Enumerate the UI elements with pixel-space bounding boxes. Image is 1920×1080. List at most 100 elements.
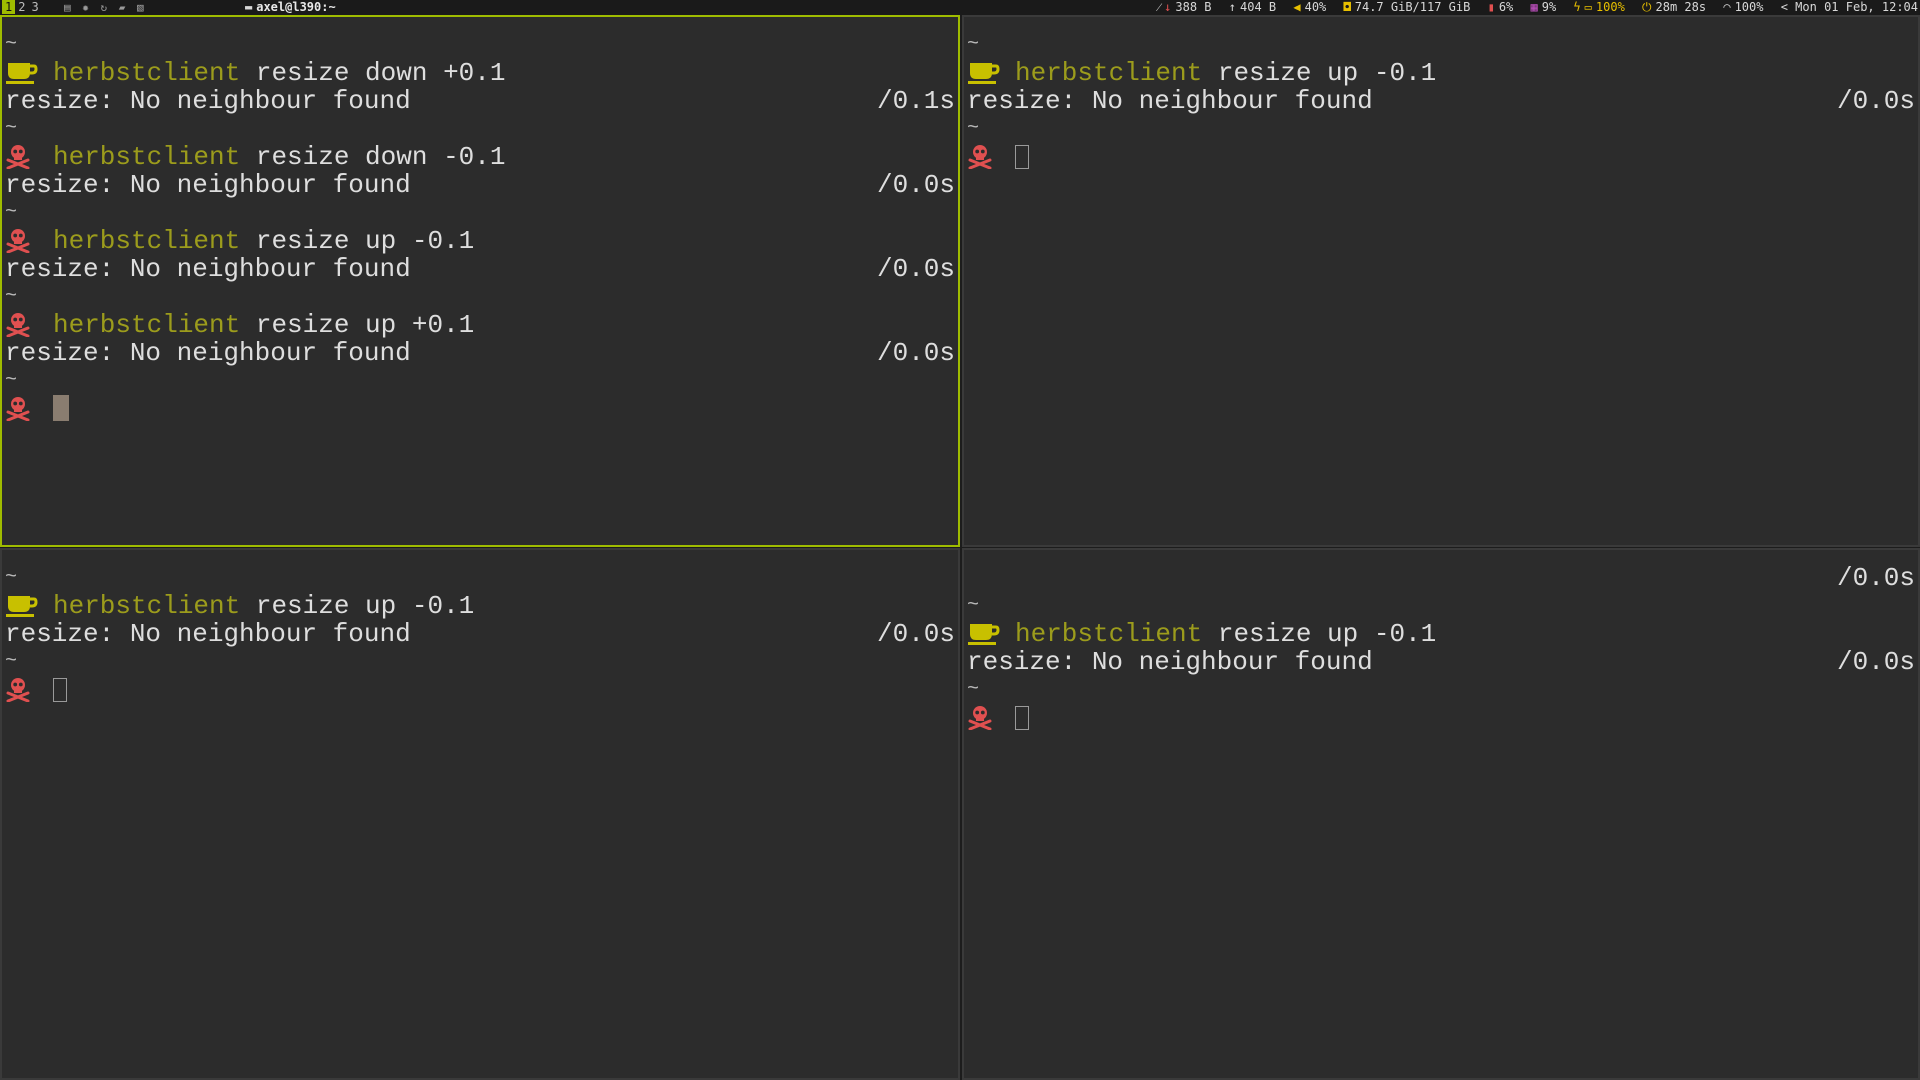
cursor [53,395,69,421]
download-rate: 388 B [1175,0,1212,14]
status-bar: 123 ▤ ✹ ↻ ▰ ▧ ▬ axel@l390:~ ⁄ ↓ 388 B ↑ 404 … [0,0,1920,15]
elapsed-time: /0.0s [876,254,955,284]
prompt-line: herbstclient resize down +0.1 [5,59,955,87]
prompt-line: herbstclient resize up -0.1 [5,592,955,620]
workspace-tags: 123 [2,0,42,15]
upload-rate: 404 B [1240,0,1277,14]
prompt-line [5,676,955,704]
output-line: resize: No neighbour found/0.0s [967,648,1915,676]
cwd-tilde: ~ [967,678,980,701]
disk-icon: ◘ [1343,0,1351,14]
skull-icon [967,704,1015,732]
terminal-pane-bottom-left[interactable]: ~ herbstclient resize up -0.1 resize: No n… [0,548,960,1080]
elapsed-time: /0.1s [876,86,955,116]
command-name: herbstclient [1015,619,1203,649]
clipboard-icon[interactable]: ▧ [137,1,144,14]
battery-icon: ▭ [1584,0,1592,14]
cwd-tilde: ~ [5,566,18,589]
coffee-icon [5,59,53,87]
cwd-tilde: ~ [5,33,18,56]
command-name: herbstclient [53,591,241,621]
cwd-tilde: ~ [967,117,980,140]
cursor [1015,706,1029,730]
output-line: resize: No neighbour found/0.0s [5,171,955,199]
terminal-content[interactable]: ~ herbstclient resize up -0.1 resize: No n… [967,31,1915,171]
command-args: resize up -0.1 [1202,619,1437,649]
terminal-pane-top-left[interactable]: ~ herbstclient resize down +0.1 resize: No… [0,15,960,547]
lock-icon[interactable]: ▰ [119,1,126,14]
prompt-line: herbstclient resize up -0.1 [967,59,1915,87]
skull-icon [5,311,53,339]
memory-icon: ▮ [1487,0,1495,14]
cwd-tilde: ~ [967,33,980,56]
window-title: ▬ axel@l390:~ [245,0,336,14]
terminal-pane-bottom-right[interactable]: /0.0s ~ herbstclient resize up -0.1 resize:… [962,548,1920,1080]
cpu-usage: 9% [1541,0,1557,14]
uptime: 28m 28s [1655,0,1707,14]
output-text: resize: No neighbour found [5,86,411,116]
output-line: resize: No neighbour found/0.0s [5,339,955,367]
output-text: resize: No neighbour found [967,647,1373,677]
volume-level: 40% [1304,0,1327,14]
output-line: resize: No neighbour found/0.0s [5,620,955,648]
terminal-pane-top-right[interactable]: ~ herbstclient resize up -0.1 resize: No n… [962,15,1920,547]
tag-1[interactable]: 1 [2,0,16,14]
elapsed-time: /0.0s [876,338,955,368]
elapsed-time: /0.0s [1836,86,1915,116]
prompt-line: herbstclient resize up +0.1 [5,311,955,339]
terminal-content[interactable]: ~ herbstclient resize up -0.1 resize: No n… [5,564,955,704]
command-name: herbstclient [53,142,241,172]
skull-icon [5,395,53,423]
command-args: resize up -0.1 [240,591,475,621]
prompt-line: herbstclient resize up -0.1 [5,227,955,255]
tag-2[interactable]: 2 [15,0,28,14]
cwd-tilde: ~ [5,285,18,308]
command-name: herbstclient [53,226,241,256]
power-icon: ⏻ [1642,0,1652,14]
command-args: resize up -0.1 [240,226,475,256]
cwd-tilde: ~ [5,201,18,224]
output-text: resize: No neighbour found [5,170,411,200]
status-area: ⁄ ↓ 388 B ↑ 404 B ◀ 40% ◘ 74.7 GiB/117 GiB ▮ 6… [1148,0,1918,15]
skull-icon [967,143,1015,171]
cpu-icon: ▦ [1530,0,1538,14]
charging-icon: ϟ [1573,0,1581,14]
clock: < Mon 01 Feb, 12:04 [1780,0,1918,14]
wifi-strength: 100% [1734,0,1764,14]
command-args: resize down -0.1 [240,142,506,172]
elapsed-time: /0.0s [876,619,955,649]
command-name: herbstclient [53,310,241,340]
coffee-icon [967,620,1015,648]
output-text: resize: No neighbour found [967,86,1373,116]
cwd-tilde: ~ [5,650,18,673]
output-text: resize: No neighbour found [5,338,411,368]
terminal-icon: ▬ [245,0,253,14]
prompt-line: herbstclient resize down -0.1 [5,143,955,171]
output-line: resize: No neighbour found/0.0s [5,255,955,283]
coffee-icon [5,592,53,620]
upload-arrow-icon: ↑ [1228,0,1236,14]
wifi-icon: ◠ [1723,0,1731,14]
output-line: resize: No neighbour found/0.0s [967,87,1915,115]
cursor [1015,145,1029,169]
prompt-line [967,704,1915,732]
system-tray: ▤ ✹ ↻ ▰ ▧ [64,0,149,15]
cursor [53,678,67,702]
terminal-content[interactable]: ~ herbstclient resize down +0.1 resize: No… [5,31,955,423]
elapsed-time: /0.0s [1836,647,1915,677]
skull-icon [5,676,53,704]
microphone-icon: ⁄ [1158,0,1161,14]
terminal-content[interactable]: /0.0s ~ herbstclient resize up -0.1 resize:… [967,564,1915,732]
settings-icon[interactable]: ✹ [82,1,89,14]
tag-3[interactable]: 3 [28,0,41,14]
output-text: resize: No neighbour found [5,619,411,649]
prompt-line: herbstclient resize up -0.1 [967,620,1915,648]
elapsed-time: /0.0s [876,170,955,200]
volume-icon: ◀ [1293,0,1301,14]
command-args: resize down +0.1 [240,58,506,88]
skull-icon [5,143,53,171]
refresh-icon[interactable]: ↻ [101,1,108,14]
cwd-tilde: ~ [967,594,980,617]
cwd-tilde: ~ [5,369,18,392]
keyboard-icon[interactable]: ▤ [64,1,71,14]
